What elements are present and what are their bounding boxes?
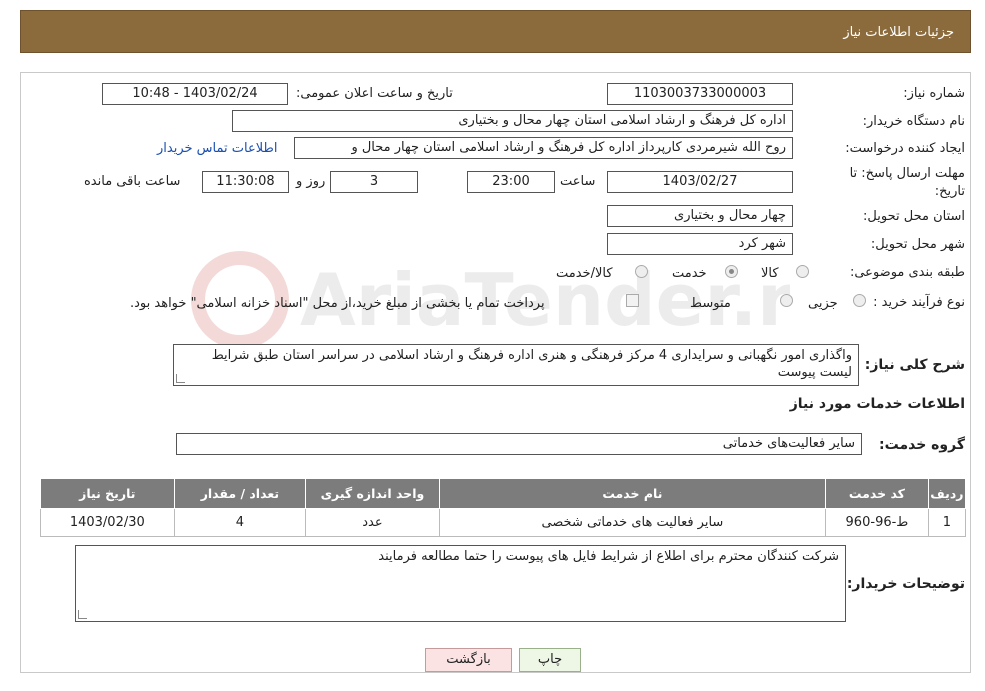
resize-handle-icon[interactable] bbox=[176, 374, 185, 383]
col-header-service-code: کد خدمت bbox=[825, 478, 929, 509]
category-label: طبقه بندی موضوعی: bbox=[849, 265, 965, 280]
back-button[interactable]: بازگشت bbox=[425, 648, 512, 672]
delivery-province-field[interactable]: چهار محال و بختیاری bbox=[607, 205, 793, 227]
requester-field[interactable]: روح الله شیرمردی کارپرداز اداره کل فرهنگ… bbox=[294, 137, 793, 159]
buyer-notes-textarea[interactable]: شرکت کنندگان محترم برای اطلاع از شرایط ف… bbox=[75, 545, 846, 622]
service-group-label: گروه خدمت: bbox=[879, 437, 965, 453]
buyer-notes-text: شرکت کنندگان محترم برای اطلاع از شرایط ف… bbox=[378, 549, 839, 564]
general-desc-textarea[interactable]: واگذاری امور نگهبانی و سرایداری 4 مرکز ف… bbox=[173, 344, 859, 386]
delivery-city-label: شهر محل تحویل: bbox=[870, 237, 965, 252]
category-goods-service-label: کالا/خدمت bbox=[556, 266, 613, 281]
table-header-row: ردیف کد خدمت نام خدمت واحد اندازه گیری ت… bbox=[40, 478, 967, 509]
services-table: ردیف کد خدمت نام خدمت واحد اندازه گیری ت… bbox=[40, 478, 967, 537]
page-title: جزئیات اطلاعات نیاز bbox=[843, 25, 954, 40]
buyer-org-label: نام دستگاه خریدار: bbox=[862, 114, 965, 129]
cell-quantity: 4 bbox=[173, 508, 307, 537]
resize-handle-icon[interactable] bbox=[78, 610, 87, 619]
cell-need-date: 1403/02/30 bbox=[40, 508, 175, 537]
treasury-payment-checkbox[interactable] bbox=[626, 294, 639, 307]
purchase-type-radio-medium[interactable] bbox=[780, 294, 793, 307]
cell-service-name: سایر فعالیت های خدماتی شخصی bbox=[438, 508, 827, 537]
category-radio-goods-service[interactable] bbox=[635, 265, 648, 278]
general-desc-text: واگذاری امور نگهبانی و سرایداری 4 مرکز ف… bbox=[211, 348, 852, 380]
remaining-time-label: ساعت باقی مانده bbox=[84, 174, 181, 189]
category-radio-goods[interactable] bbox=[796, 265, 809, 278]
page-header: جزئیات اطلاعات نیاز bbox=[20, 10, 971, 53]
delivery-city-field[interactable]: شهر کرد bbox=[607, 233, 793, 255]
remaining-time-field[interactable]: 11:30:08 bbox=[202, 171, 289, 193]
announce-datetime-field[interactable]: 1403/02/24 - 10:48 bbox=[102, 83, 288, 105]
service-group-field[interactable]: سایر فعالیت‌های خدماتی bbox=[176, 433, 862, 455]
table-row: 1 ط-96-960 سایر فعالیت های خدماتی شخصی ع… bbox=[40, 508, 967, 537]
category-radio-service[interactable] bbox=[725, 265, 738, 278]
buyer-notes-label: توضیحات خریدار: bbox=[846, 576, 965, 592]
deadline-date-field[interactable]: 1403/02/27 bbox=[607, 171, 793, 193]
purchase-type-medium-label: متوسط bbox=[690, 296, 731, 311]
deadline-label: مهلت ارسال پاسخ: تا تاریخ: bbox=[849, 166, 965, 199]
print-button[interactable]: چاپ bbox=[519, 648, 581, 672]
col-header-unit: واحد اندازه گیری bbox=[305, 478, 440, 509]
purchase-type-minor-label: جزیی bbox=[808, 296, 838, 311]
category-service-label: خدمت bbox=[672, 266, 707, 281]
announce-datetime-label: تاریخ و ساعت اعلان عمومی: bbox=[296, 86, 453, 101]
need-number-field[interactable]: 1103003733000003 bbox=[607, 83, 793, 105]
cell-row-number: 1 bbox=[927, 508, 967, 537]
col-header-quantity: تعداد / مقدار bbox=[173, 478, 307, 509]
purchase-type-radio-minor[interactable] bbox=[853, 294, 866, 307]
general-desc-label: شرح کلی نیاز: bbox=[864, 357, 965, 373]
treasury-payment-note: پرداخت تمام یا بخشی از مبلغ خرید،از محل … bbox=[130, 296, 545, 311]
cell-service-code: ط-96-960 bbox=[825, 508, 929, 537]
days-field[interactable]: 3 bbox=[330, 171, 418, 193]
deadline-time-label: ساعت bbox=[560, 174, 596, 189]
category-goods-label: کالا bbox=[761, 266, 779, 281]
purchase-type-label: نوع فرآیند خرید : bbox=[873, 295, 965, 310]
deadline-time-field[interactable]: 23:00 bbox=[467, 171, 555, 193]
buyer-contact-link[interactable]: اطلاعات تماس خریدار bbox=[157, 141, 277, 156]
days-label: روز و bbox=[296, 174, 326, 189]
col-header-need-date: تاریخ نیاز bbox=[40, 478, 175, 509]
requester-label: ایجاد کننده درخواست: bbox=[845, 141, 965, 156]
need-number-label: شماره نیاز: bbox=[903, 86, 965, 101]
cell-unit: عدد bbox=[305, 508, 440, 537]
col-header-row-number: ردیف bbox=[927, 478, 967, 509]
buyer-org-field[interactable]: اداره کل فرهنگ و ارشاد اسلامی استان چهار… bbox=[232, 110, 793, 132]
col-header-service-name: نام خدمت bbox=[438, 478, 827, 509]
delivery-province-label: استان محل تحویل: bbox=[863, 209, 965, 224]
services-section-title: اطلاعات خدمات مورد نیاز bbox=[789, 396, 965, 412]
